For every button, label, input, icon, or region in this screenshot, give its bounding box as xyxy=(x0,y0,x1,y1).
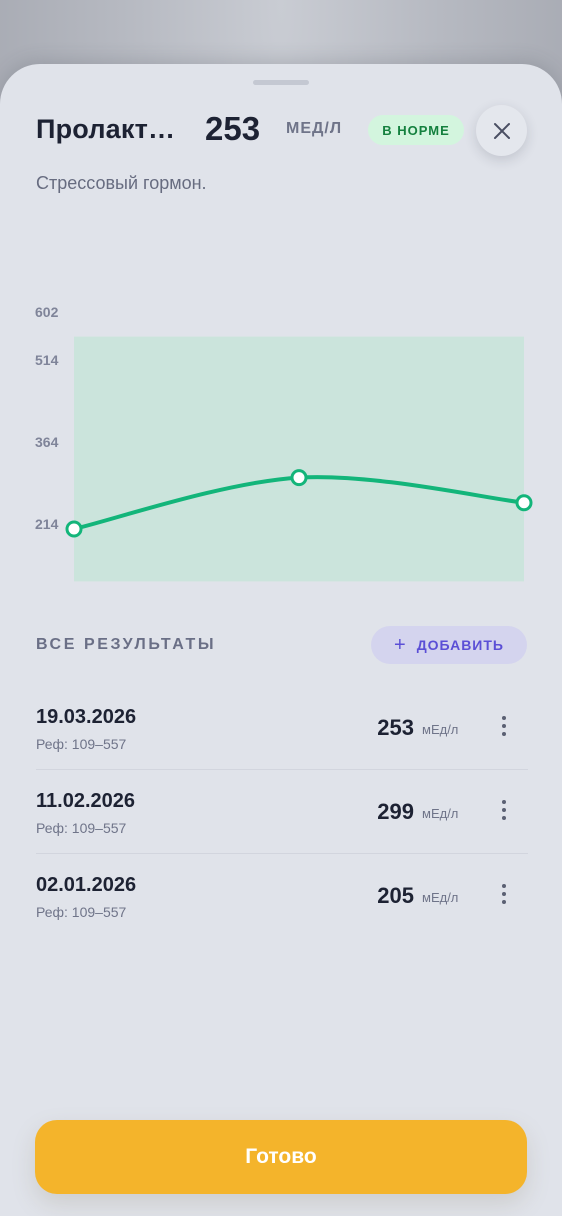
y-tick-label: 214 xyxy=(35,516,59,532)
result-ref: Реф: 109–557 xyxy=(36,736,127,752)
result-value: 253 xyxy=(377,715,414,740)
result-row[interactable]: 11.02.2026 Реф: 109–557 299 мЕд/л xyxy=(36,770,528,854)
results-section-title: ВСЕ РЕЗУЛЬТАТЫ xyxy=(36,636,217,653)
data-point xyxy=(515,494,533,512)
add-result-label: ДОБАВИТЬ xyxy=(416,637,504,653)
current-value: 253 xyxy=(205,110,261,147)
data-point xyxy=(65,520,83,538)
close-icon xyxy=(493,122,510,139)
bottom-sheet: Пролакт… 253 МЕД/Л В НОРМЕ Стрессовый го… xyxy=(0,64,562,1216)
y-tick-label: 364 xyxy=(35,434,59,450)
status-badge: В НОРМЕ xyxy=(368,115,464,145)
result-row[interactable]: 02.01.2026 Реф: 109–557 205 мЕд/л xyxy=(36,854,528,938)
result-date: 11.02.2026 xyxy=(36,790,135,812)
more-options-icon[interactable] xyxy=(498,882,510,906)
result-unit: мЕд/л xyxy=(422,806,459,821)
result-date: 19.03.2026 xyxy=(36,706,137,728)
sheet-grabber[interactable] xyxy=(253,80,309,85)
close-button[interactable] xyxy=(476,105,527,156)
normal-range-band xyxy=(74,336,524,582)
page-subtitle: Стрессовый гормон. xyxy=(36,173,207,193)
result-value: 299 xyxy=(377,799,414,824)
y-tick-label: 602 xyxy=(35,304,59,320)
data-point xyxy=(290,469,308,487)
chart-svg: 6025143642146402 янв.11 фев.19 мар. xyxy=(35,304,533,582)
add-result-button[interactable]: + ДОБАВИТЬ xyxy=(371,626,527,664)
result-unit: мЕд/л xyxy=(422,722,459,737)
current-unit: МЕД/Л xyxy=(286,120,343,137)
done-button[interactable]: Готово xyxy=(35,1120,527,1194)
result-unit: мЕд/л xyxy=(422,890,459,905)
y-tick-label: 514 xyxy=(35,352,59,368)
result-value: 205 xyxy=(377,883,414,908)
result-ref: Реф: 109–557 xyxy=(36,820,127,836)
more-options-icon[interactable] xyxy=(498,714,510,738)
results-list: 19.03.2026 Реф: 109–557 253 мЕд/л 11.02.… xyxy=(36,686,528,938)
result-ref: Реф: 109–557 xyxy=(36,904,127,920)
trend-chart: 6025143642146402 янв.11 фев.19 мар. xyxy=(0,232,562,592)
plus-icon: + xyxy=(394,634,407,656)
result-date: 02.01.2026 xyxy=(36,874,137,896)
result-row[interactable]: 19.03.2026 Реф: 109–557 253 мЕд/л xyxy=(36,686,528,770)
more-options-icon[interactable] xyxy=(498,798,510,822)
page-title: Пролакт… xyxy=(36,114,176,144)
